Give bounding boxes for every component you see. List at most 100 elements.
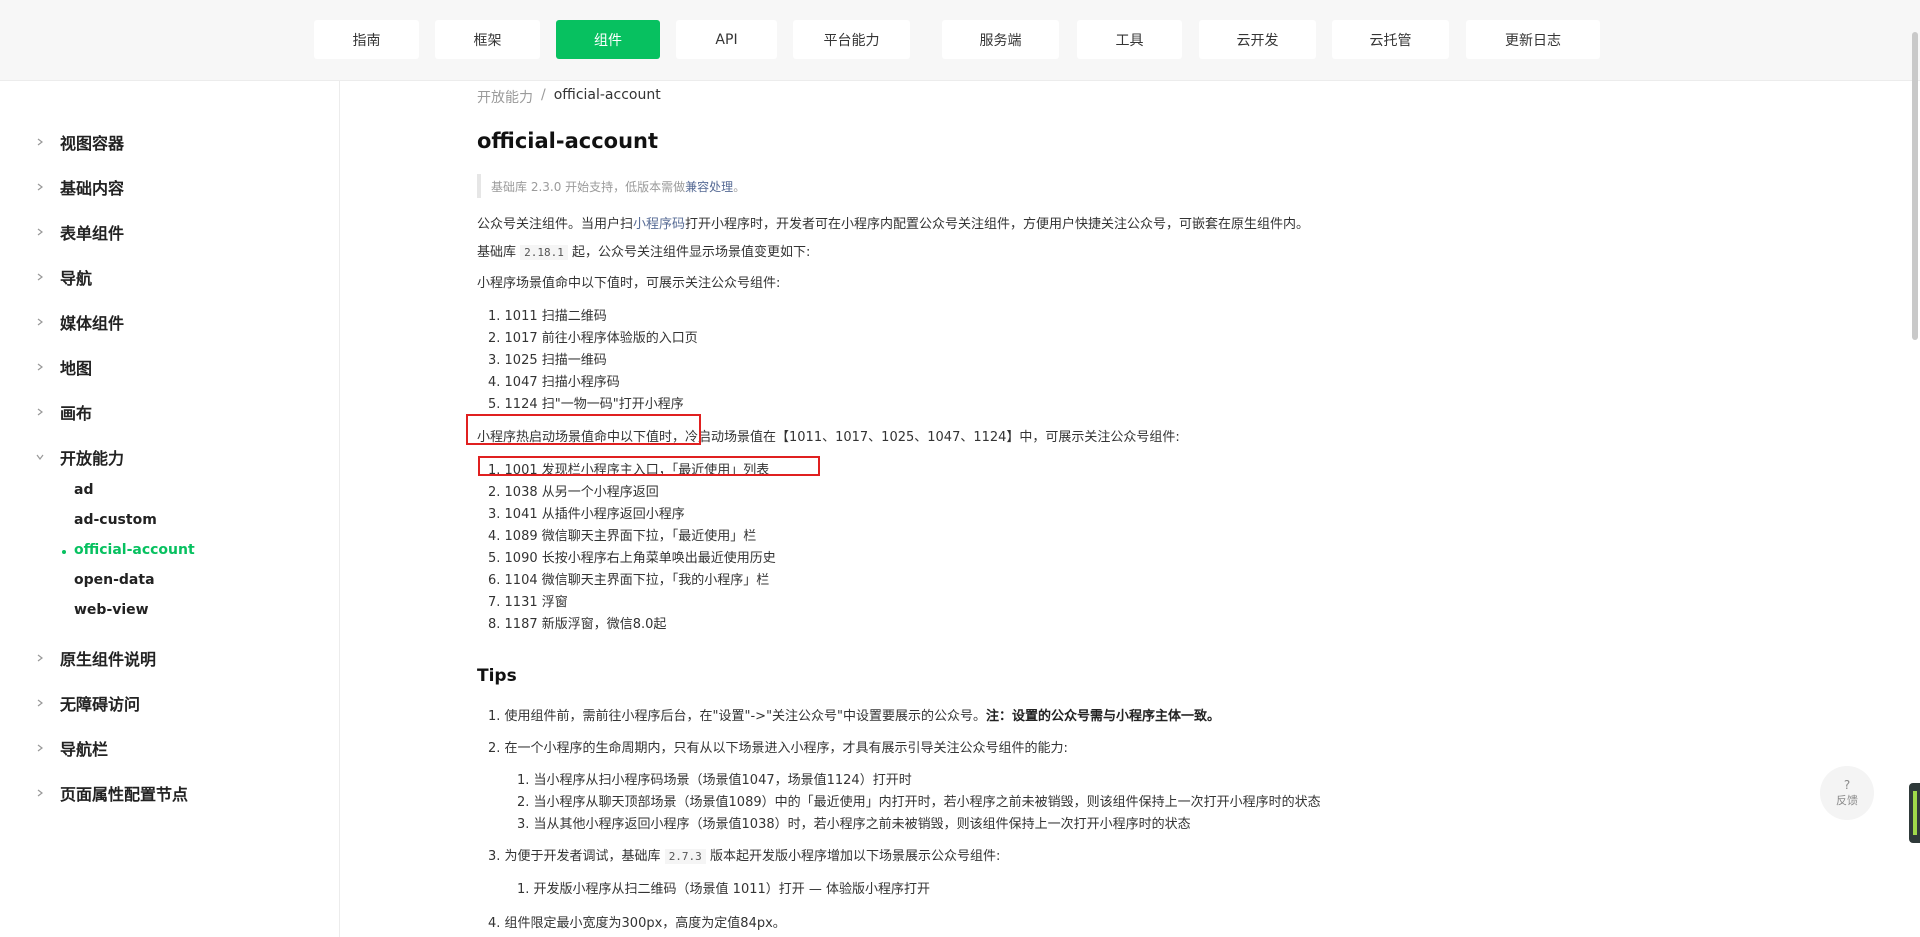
hot-heading-text: 冷启动场景值在【1011、1017、1025、1047、1124】中，可展示关注… xyxy=(685,430,1180,445)
sidebar-item-view-container[interactable]: 视图容器 xyxy=(0,127,340,157)
chevron-down-icon xyxy=(34,451,46,463)
question-icon: ? xyxy=(1843,778,1851,792)
tab-platform[interactable]: 平台能力 xyxy=(793,20,910,59)
chevron-right-icon xyxy=(34,697,46,709)
breadcrumb-parent[interactable]: 开放能力 xyxy=(477,87,533,107)
list-item: 4. 1047 扫描小程序码 xyxy=(488,375,620,390)
list-item: 5. 1124 扫"一物一码"打开小程序 xyxy=(488,397,684,412)
sidebar-item-canvas[interactable]: 画布 xyxy=(0,397,340,427)
cold-heading: 小程序场景值命中以下值时，可展示关注公众号组件: xyxy=(477,276,781,291)
tab-cloud-dev[interactable]: 云开发 xyxy=(1199,20,1316,59)
list-item: 6. 1104 微信聊天主界面下拉，「我的小程序」栏 xyxy=(488,573,770,588)
sidebar-subitem-web-view[interactable]: web-view xyxy=(74,599,149,621)
sidebar-item-label: 基础内容 xyxy=(60,179,125,198)
list-item: 2. 1017 前往小程序体验版的入口页 xyxy=(488,331,698,346)
sidebar-subitem-ad-custom[interactable]: ad-custom xyxy=(74,509,157,531)
sidebar-item-label: 导航 xyxy=(60,269,93,288)
list-item: 4. 1089 微信聊天主界面下拉，「最近使用」栏 xyxy=(488,529,757,544)
feedback-button[interactable]: ? 反馈 xyxy=(1820,766,1874,820)
sidebar-item-accessibility[interactable]: 无障碍访问 xyxy=(0,688,340,718)
sidebar-item-media[interactable]: 媒体组件 xyxy=(0,307,340,337)
version-note-text: 基础库 2.3.0 开始支持，低版本需做 xyxy=(491,179,686,194)
list-item: 1. 当小程序从扫小程序码场景（场景值1047，场景值1124）打开时 xyxy=(517,773,912,788)
feedback-label: 反馈 xyxy=(1836,794,1858,807)
sidebar-item-label: 页面属性配置节点 xyxy=(60,785,189,804)
version-code: 2.18.1 xyxy=(520,245,568,260)
sidebar-item-label: 视图容器 xyxy=(60,134,125,153)
chevron-right-icon xyxy=(34,226,46,238)
sidebar-item-label: 开放能力 xyxy=(60,449,125,468)
list-item: 2. 当小程序从聊天顶部场景（场景值1089）中的「最近使用」内打开时，若小程序… xyxy=(517,795,1321,810)
sidebar-item-navbar[interactable]: 导航栏 xyxy=(0,733,340,763)
tip-item: 3. 为便于开发者调试，基础库 2.7.3 版本起开发版小程序增加以下场景展示公… xyxy=(488,845,1000,864)
sidebar-item-native-component[interactable]: 原生组件说明 xyxy=(0,643,340,673)
intro-text: 公众号关注组件。当用户扫 xyxy=(477,217,634,232)
highlight-box xyxy=(478,456,820,476)
chevron-right-icon xyxy=(34,181,46,193)
tab-framework[interactable]: 框架 xyxy=(435,20,540,59)
sidebar-subitem-open-data[interactable]: open-data xyxy=(74,569,155,591)
version-code: 2.7.3 xyxy=(664,849,706,864)
chevron-right-icon xyxy=(34,361,46,373)
version-note: 基础库 2.3.0 开始支持，低版本需做 兼容处理 。 xyxy=(477,174,745,198)
sidebar-item-label: 无障碍访问 xyxy=(60,695,141,714)
sidebar-item-basic-content[interactable]: 基础内容 xyxy=(0,172,340,202)
intro-paragraph: 公众号关注组件。当用户扫小程序码打开小程序时，开发者可在小程序内配置公众号关注组… xyxy=(477,213,1309,232)
sidebar-item-label: 媒体组件 xyxy=(60,314,125,333)
tip-text: 1. 使用组件前，需前往小程序后台，在"设置"->"关注公众号"中设置要展示的公… xyxy=(488,709,987,724)
active-dot-icon xyxy=(62,550,66,554)
sidebar-item-label: 画布 xyxy=(60,404,93,423)
breadcrumb-current: official-account xyxy=(553,87,661,103)
list-item: 1. 1011 扫描二维码 xyxy=(488,309,607,324)
chevron-right-icon xyxy=(34,652,46,664)
tab-tools[interactable]: 工具 xyxy=(1077,20,1182,59)
sidebar-item-page-meta[interactable]: 页面属性配置节点 xyxy=(0,778,340,808)
breadcrumb: 开放能力 / official-account xyxy=(477,87,661,107)
sidebar-item-label: 导航栏 xyxy=(60,740,109,759)
list-item: 8. 1187 新版浮窗，微信8.0起 xyxy=(488,617,667,632)
sidebar-subitem-ad[interactable]: ad xyxy=(74,479,93,501)
tab-components[interactable]: 组件 xyxy=(556,20,660,59)
tip-emphasis: 注：设置的公众号需与小程序主体一致。 xyxy=(986,709,1221,724)
list-item: 3. 1041 从插件小程序返回小程序 xyxy=(488,507,685,522)
sidebar-item-label: 原生组件说明 xyxy=(60,650,157,669)
tip-item: 2. 在一个小程序的生命周期内，只有从以下场景进入小程序，才具有展示引导关注公众… xyxy=(488,741,1068,756)
breadcrumb-separator: / xyxy=(541,87,546,103)
chevron-right-icon xyxy=(34,406,46,418)
list-item: 5. 1090 长按小程序右上角菜单唤出最近使用历史 xyxy=(488,551,776,566)
lib-text: 基础库 xyxy=(477,245,517,260)
chevron-right-icon xyxy=(34,742,46,754)
qrcode-link[interactable]: 小程序码 xyxy=(633,217,685,232)
tip-text: 版本起开发版小程序增加以下场景展示公众号组件: xyxy=(709,849,1001,864)
sidebar: 视图容器 基础内容 表单组件 导航 媒体组件 地图 画布 开放能力 ad ad-… xyxy=(0,81,340,937)
sidebar-item-map[interactable]: 地图 xyxy=(0,352,340,382)
chevron-right-icon xyxy=(34,316,46,328)
chevron-right-icon xyxy=(34,787,46,799)
list-item: 2. 1038 从另一个小程序返回 xyxy=(488,485,659,500)
sidebar-item-label: 地图 xyxy=(60,359,93,378)
tips-heading: Tips xyxy=(477,666,517,686)
compat-link[interactable]: 兼容处理 xyxy=(685,178,733,195)
scrollbar[interactable] xyxy=(1912,32,1918,340)
list-item: 3. 当从其他小程序返回小程序（场景值1038）时，若小程序之前未被销毁，则该组… xyxy=(517,817,1191,832)
tab-api[interactable]: API xyxy=(676,20,777,59)
tip-item: 1. 使用组件前，需前往小程序后台，在"设置"->"关注公众号"中设置要展示的公… xyxy=(488,705,1220,724)
sidebar-item-form[interactable]: 表单组件 xyxy=(0,217,340,247)
intro-text: 打开小程序时，开发者可在小程序内配置公众号关注组件，方便用户快捷关注公众号，可嵌… xyxy=(685,217,1310,232)
tab-server[interactable]: 服务端 xyxy=(942,20,1059,59)
tab-cloud-hosting[interactable]: 云托管 xyxy=(1332,20,1449,59)
sidebar-item-navigation[interactable]: 导航 xyxy=(0,262,340,292)
lib-paragraph: 基础库 2.18.1 起，公众号关注组件显示场景值变更如下: xyxy=(477,241,810,260)
tab-guide[interactable]: 指南 xyxy=(314,20,419,59)
sidebar-item-open-capability[interactable]: 开放能力 xyxy=(0,442,340,472)
tip-text: 3. 为便于开发者调试，基础库 xyxy=(488,849,661,864)
edge-widget-icon[interactable] xyxy=(1909,783,1920,843)
tab-changelog[interactable]: 更新日志 xyxy=(1466,20,1600,59)
tip-item: 4. 组件限定最小宽度为300px，高度为定值84px。 xyxy=(488,916,786,931)
list-item: 1. 开发版小程序从扫二维码（场景值 1011）打开 — 体验版小程序打开 xyxy=(517,882,931,897)
version-note-end: 。 xyxy=(733,179,746,194)
list-item: 7. 1131 浮窗 xyxy=(488,595,568,610)
sidebar-subitem-official-account[interactable]: official-account xyxy=(74,539,195,561)
top-nav: 指南 框架 组件 API 平台能力 服务端 工具 云开发 云托管 更新日志 xyxy=(0,0,1920,81)
lib-text: 起，公众号关注组件显示场景值变更如下: xyxy=(572,245,811,260)
